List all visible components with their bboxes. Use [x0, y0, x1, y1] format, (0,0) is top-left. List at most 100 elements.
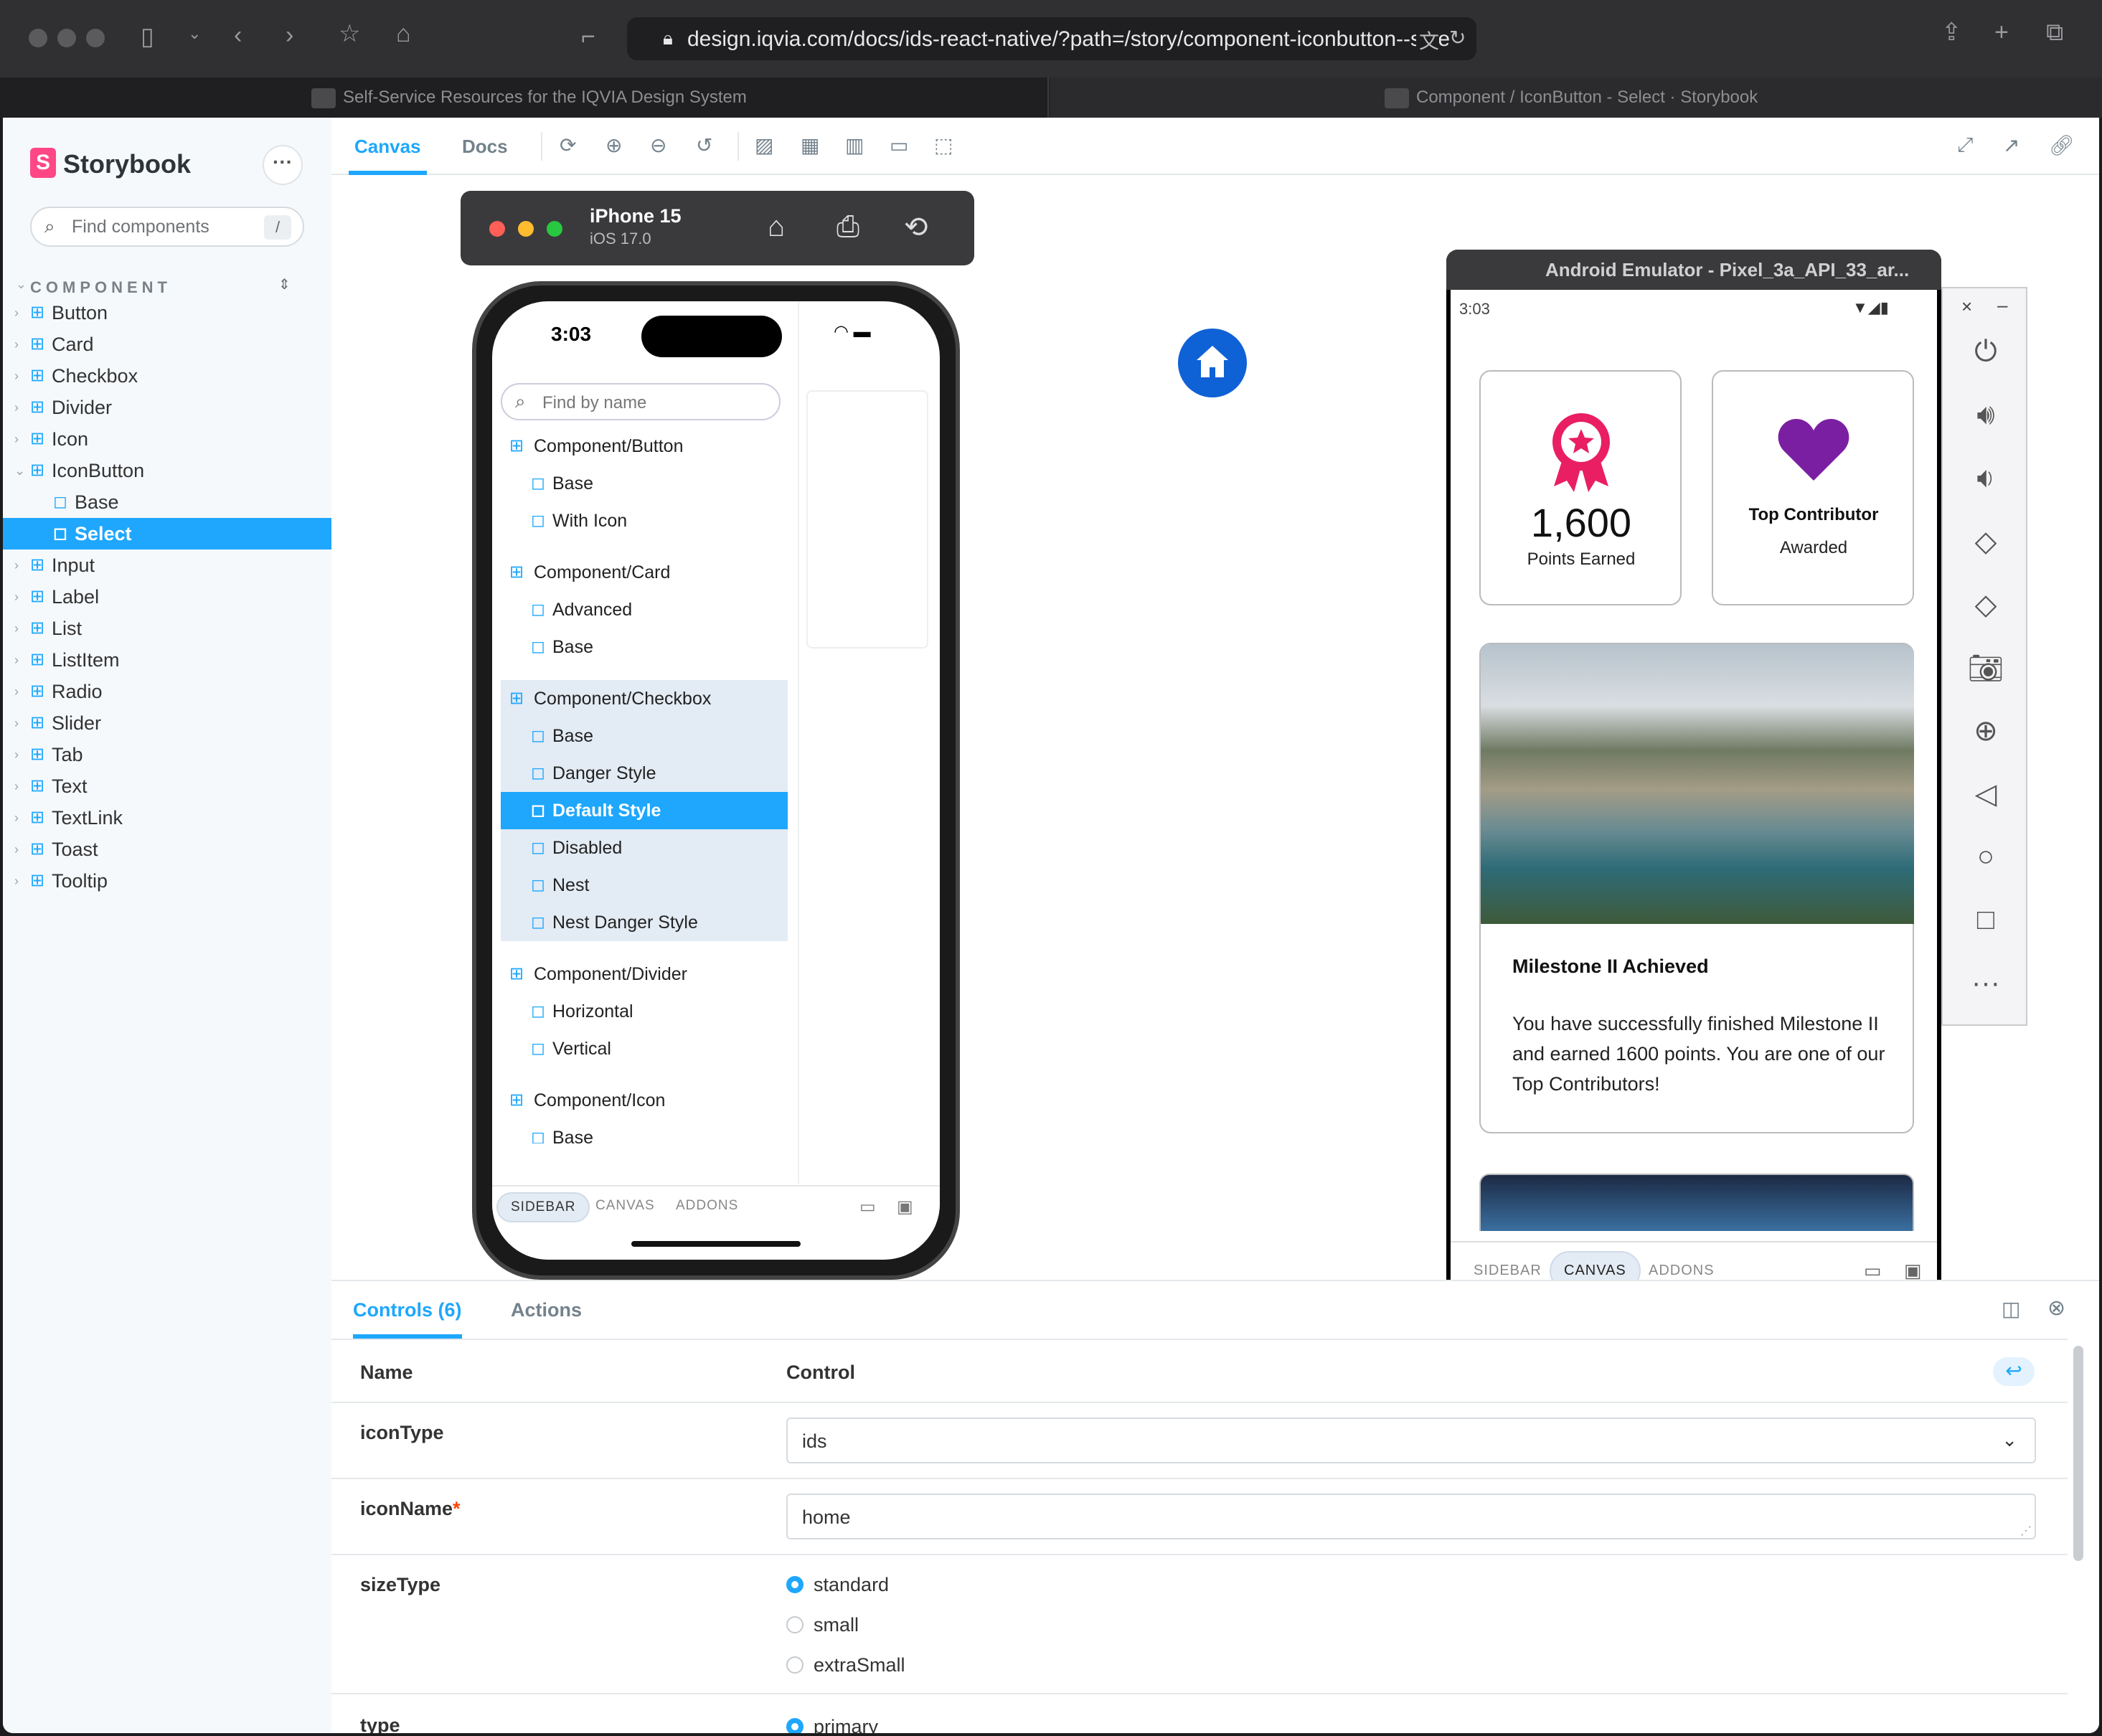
- camera-icon[interactable]: 📷︎: [1943, 651, 2029, 685]
- close-icon[interactable]: ×: [1961, 296, 1972, 318]
- sidebar-search[interactable]: ⌕ Find components /: [30, 207, 304, 247]
- sidebar-item-label[interactable]: › ⊞ Label: [3, 581, 331, 613]
- back-icon[interactable]: ◁: [1943, 778, 2029, 811]
- browser-tab-storybook[interactable]: Component / IconButton - Select · Storyb…: [1050, 77, 2102, 118]
- share-icon[interactable]: ⇪: [1941, 20, 1962, 44]
- tab-canvas[interactable]: CANVAS: [1550, 1251, 1641, 1280]
- radio-extraSmall[interactable]: extraSmall: [786, 1654, 905, 1676]
- new-tab-icon[interactable]: +: [1994, 20, 2009, 44]
- find-by-name-input[interactable]: ⌕ Find by name: [501, 383, 781, 420]
- ios-story-item[interactable]: ◻ Base: [501, 628, 788, 666]
- minimize-window-button[interactable]: [57, 29, 76, 47]
- tab-overview-icon[interactable]: ⧉: [2046, 20, 2063, 44]
- sidebar-item-checkbox[interactable]: › ⊞ Checkbox: [3, 360, 331, 392]
- iconType-select[interactable]: ids ⌄: [786, 1417, 2036, 1463]
- sidebar-toggle-icon[interactable]: ▯: [141, 24, 154, 49]
- close-window-button[interactable]: [29, 29, 47, 47]
- sidebar-item-textlink[interactable]: › ⊞ TextLink: [3, 802, 331, 834]
- close-panel-icon[interactable]: ⊗: [2047, 1296, 2065, 1321]
- zoom-out-icon[interactable]: ⊖: [650, 133, 666, 157]
- section-title[interactable]: COMPONENT: [30, 278, 171, 297]
- ios-story-item[interactable]: ◻ Base: [501, 1119, 788, 1143]
- expand-collapse-icon[interactable]: ⇕: [278, 275, 291, 293]
- sidebar-story-select[interactable]: ◻ Select: [3, 518, 331, 549]
- tab-sidebar[interactable]: SIDEBAR: [496, 1192, 590, 1222]
- fullscreen-icon[interactable]: ⤢: [1957, 133, 1973, 157]
- ios-story-item[interactable]: ◻ With Icon: [501, 502, 788, 539]
- panel-icon[interactable]: ▭: [859, 1197, 876, 1217]
- forward-icon[interactable]: ›: [286, 23, 293, 47]
- panel-icon[interactable]: ▣: [897, 1197, 913, 1217]
- tab-canvas[interactable]: Canvas: [349, 118, 427, 175]
- home-icon[interactable]: ⌂: [768, 211, 785, 243]
- sidebar-item-tooltip[interactable]: › ⊞ Tooltip: [3, 865, 331, 897]
- home-icon[interactable]: ○: [1943, 841, 2029, 873]
- minimize-icon[interactable]: –: [1997, 294, 2007, 316]
- sidebar-item-iconbutton[interactable]: ⌄ ⊞ IconButton: [3, 455, 331, 486]
- ios-story-item[interactable]: ◻ Nest Danger Style: [501, 904, 788, 941]
- panel-icon[interactable]: ▣: [1904, 1260, 1922, 1280]
- home-icon[interactable]: ⌂: [396, 22, 411, 46]
- sidebar-menu-button[interactable]: ···: [263, 145, 303, 185]
- tab-addons[interactable]: ADDONS: [1649, 1263, 1715, 1279]
- sidebar-item-list[interactable]: › ⊞ List: [3, 613, 331, 644]
- rotate-icon[interactable]: ⟲: [904, 211, 928, 244]
- screenshot-icon[interactable]: ⎙: [836, 211, 859, 243]
- chevron-down-icon[interactable]: ⌄: [188, 26, 201, 42]
- sidebar-item-toast[interactable]: › ⊞ Toast: [3, 834, 331, 865]
- zoom-in-icon[interactable]: ⊕: [605, 133, 622, 157]
- zoom-window-button[interactable]: [86, 29, 105, 47]
- zoom-reset-icon[interactable]: ↺: [696, 133, 712, 157]
- ios-group-item[interactable]: ⊞ Component/Divider: [501, 956, 788, 993]
- ios-group-item[interactable]: ⊞ Component/Card: [501, 554, 788, 591]
- rotate-right-icon[interactable]: ◇: [1943, 588, 2029, 621]
- sidebar-item-divider[interactable]: › ⊞ Divider: [3, 392, 331, 423]
- volume-up-icon[interactable]: 🔊︎: [1943, 399, 2029, 431]
- sidebar-item-input[interactable]: › ⊞ Input: [3, 549, 331, 581]
- grid-icon[interactable]: ▦: [801, 133, 819, 157]
- sim-minimize-button[interactable]: [518, 221, 534, 237]
- copy-link-icon[interactable]: 🔗︎: [2049, 133, 2075, 157]
- ios-story-item[interactable]: ◻ Danger Style: [501, 755, 788, 792]
- sidebar-item-radio[interactable]: › ⊞ Radio: [3, 676, 331, 707]
- overview-icon[interactable]: □: [1943, 904, 2029, 936]
- zoom-icon[interactable]: ⊕: [1943, 714, 2029, 747]
- ios-story-item[interactable]: ◻ Base: [501, 717, 788, 755]
- iconName-input[interactable]: home ⋰: [786, 1494, 2036, 1539]
- ios-group-item[interactable]: ⊞ Component/Icon: [501, 1082, 788, 1119]
- sidebar-item-slider[interactable]: › ⊞ Slider: [3, 707, 331, 739]
- outline-icon[interactable]: ⬚: [934, 133, 953, 157]
- sidebar-item-button[interactable]: › ⊞ Button: [3, 297, 331, 329]
- viewport-icon[interactable]: ▥: [845, 133, 864, 157]
- sidebar-item-icon[interactable]: › ⊞ Icon: [3, 423, 331, 455]
- tab-docs[interactable]: Docs: [462, 118, 508, 175]
- ios-story-item[interactable]: ◻ Base: [501, 465, 788, 502]
- more-icon[interactable]: ···: [1943, 967, 2029, 999]
- ios-group-item[interactable]: ⊞ Component/Button: [501, 428, 788, 465]
- home-icon-button[interactable]: [1178, 329, 1247, 397]
- rotate-left-icon[interactable]: ◇: [1943, 525, 2029, 558]
- tab-addons[interactable]: ADDONS: [676, 1198, 738, 1214]
- tab-sidebar[interactable]: SIDEBAR: [1474, 1263, 1542, 1279]
- ios-story-item[interactable]: ◻ Horizontal: [501, 993, 788, 1030]
- sidebar-story-base[interactable]: ◻ Base: [3, 486, 331, 518]
- panel-icon[interactable]: ▭: [1864, 1260, 1882, 1280]
- sim-close-button[interactable]: [489, 221, 505, 237]
- radio-small[interactable]: small: [786, 1614, 859, 1636]
- remount-icon[interactable]: ⟳: [560, 133, 576, 157]
- tab-actions[interactable]: Actions: [511, 1281, 582, 1339]
- ios-story-item[interactable]: ◻ Vertical: [501, 1030, 788, 1067]
- panel-orientation-icon[interactable]: ◫: [2002, 1297, 2020, 1321]
- address-bar[interactable]: 🔒︎ design.iqvia.com/docs/ids-react-nativ…: [627, 17, 1476, 60]
- ios-story-item[interactable]: ◻ Nest: [501, 867, 788, 904]
- ios-story-item[interactable]: ◻ Default Style: [501, 792, 788, 829]
- sidebar-item-text[interactable]: › ⊞ Text: [3, 770, 331, 802]
- ios-group-item[interactable]: ⊞ Component/Checkbox: [501, 680, 788, 717]
- open-new-tab-icon[interactable]: ↗: [2003, 133, 2019, 157]
- power-icon[interactable]: ⏻: [1943, 336, 2029, 368]
- radio-standard[interactable]: standard: [786, 1574, 889, 1596]
- background-icon[interactable]: ▨: [755, 133, 773, 157]
- tab-canvas[interactable]: CANVAS: [595, 1198, 655, 1214]
- resize-handle-icon[interactable]: ⋰: [2020, 1524, 2032, 1538]
- radio-primary[interactable]: primary: [786, 1716, 878, 1733]
